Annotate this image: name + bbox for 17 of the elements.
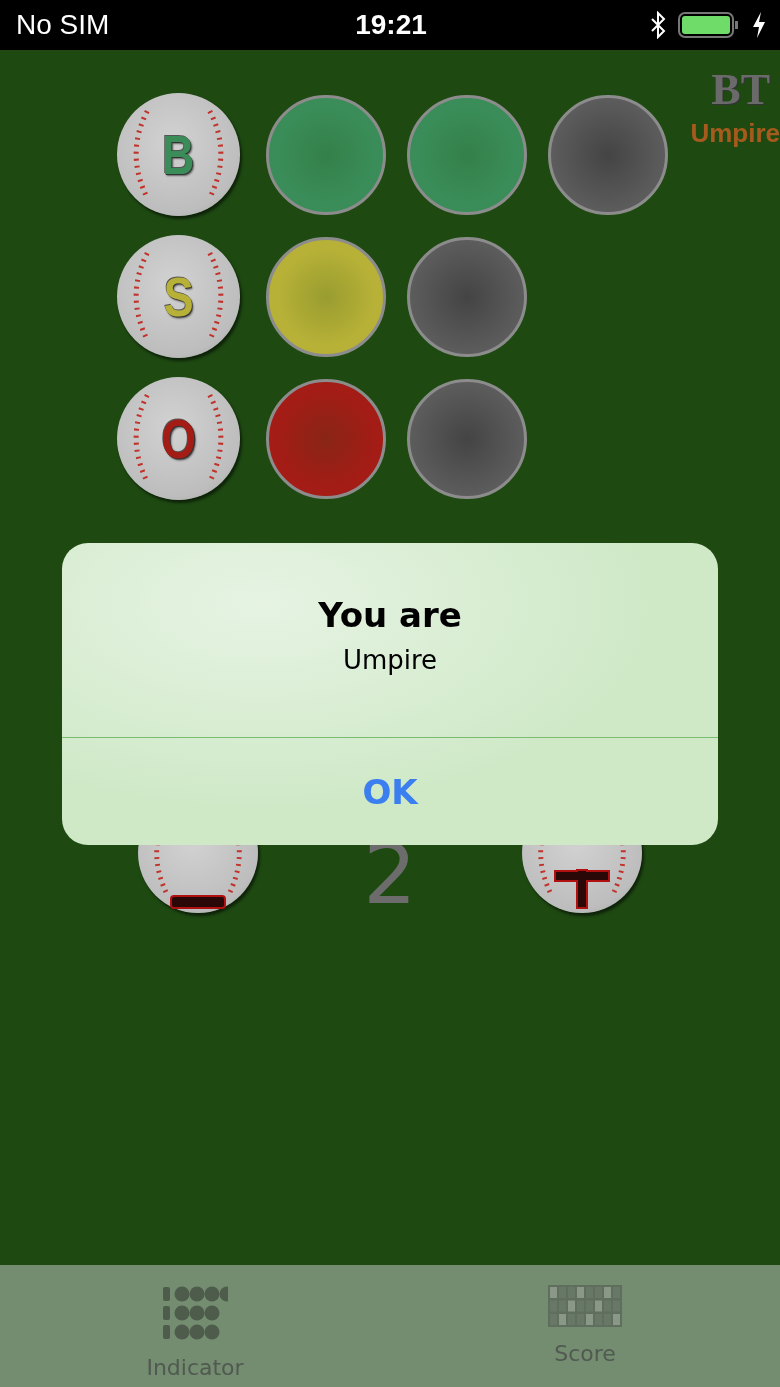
role-text: Umpire [690, 118, 780, 149]
counter-ball-button[interactable]: B [117, 93, 240, 216]
battery-icon [678, 11, 740, 39]
alert-message: Umpire [342, 645, 438, 675]
charging-icon [752, 12, 766, 38]
counter-ball-button[interactable]: S [117, 235, 240, 358]
minus-icon [170, 895, 226, 909]
clock-text: 19:21 [355, 9, 427, 41]
counter-ball-button[interactable]: O [117, 377, 240, 500]
indicator-icon [162, 1285, 228, 1341]
plus-icon [554, 869, 610, 909]
bluetooth-icon [650, 11, 666, 39]
scoreboard-icon [548, 1285, 622, 1327]
carrier-text: No SIM [16, 9, 111, 41]
alert-title: You are [318, 595, 462, 635]
logo-text: BT [711, 70, 770, 110]
ok-button[interactable]: OK [62, 738, 718, 845]
